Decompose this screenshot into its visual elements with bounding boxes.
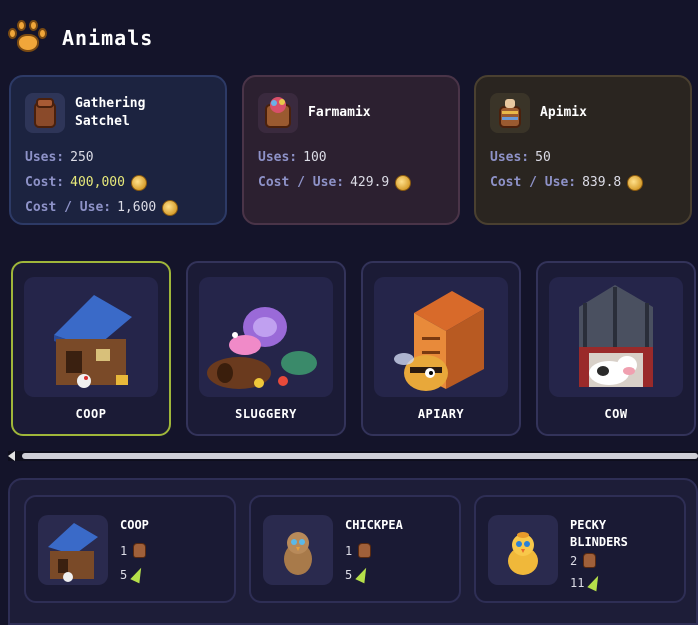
satchel-icon (583, 553, 597, 568)
coop-thumbnail (38, 515, 108, 585)
cow-image (549, 277, 683, 397)
page-title: Animals (62, 26, 154, 50)
cost-per-use-label: Cost / Use: (258, 175, 345, 190)
cost-per-use-label: Cost / Use: (25, 200, 112, 215)
uses-label: Uses: (25, 150, 65, 165)
scroll-left-arrow-icon[interactable] (8, 451, 15, 461)
satchel-icon (133, 543, 147, 558)
coin-icon (395, 174, 412, 191)
scrollbar-thumb[interactable] (22, 453, 698, 459)
satchel-count: 1 (120, 543, 128, 558)
satchel-icon (358, 543, 372, 558)
satchel-count: 2 (570, 553, 578, 568)
building-card-sluggery[interactable]: SLUGGERY (186, 261, 346, 436)
uses-value: 100 (303, 150, 327, 165)
cost-label: Cost: (25, 175, 65, 190)
requirement-card-pecky-blinders[interactable]: PECKY BLINDERS 2 11 (474, 495, 686, 603)
energy-bolt-icon (587, 573, 604, 592)
energy-count: 5 (345, 567, 353, 582)
page-header: Animals (8, 18, 153, 58)
building-card-coop[interactable]: COOP (11, 261, 171, 436)
tool-card-farmamix[interactable]: Farmamix Uses: 100 Cost / Use: 429.9 (242, 75, 460, 225)
farmamix-icon (258, 93, 298, 133)
coin-icon (130, 174, 147, 191)
requirement-card-coop[interactable]: COOP 1 5 (24, 495, 236, 603)
requirement-card-chickpea[interactable]: CHICKPEA 1 5 (249, 495, 461, 603)
cost-per-use-value: 1,600 (117, 200, 157, 215)
cost-per-use-value: 839.8 (582, 175, 622, 190)
cost-per-use-value: 429.9 (350, 175, 390, 190)
requirement-name: COOP (120, 518, 149, 532)
tool-name: Apimix (540, 105, 587, 120)
apimix-icon (490, 93, 530, 133)
energy-bolt-icon (130, 565, 146, 584)
building-card-cow[interactable]: COW (536, 261, 696, 436)
uses-value: 250 (70, 150, 94, 165)
tool-card-apimix[interactable]: Apimix Uses: 50 Cost / Use: 839.8 (474, 75, 692, 225)
tool-card-gathering-satchel[interactable]: Gathering Satchel Uses: 250 Cost: 400,000 … (9, 75, 227, 225)
building-card-apiary[interactable]: APIARY (361, 261, 521, 436)
paw-icon (8, 20, 48, 56)
tool-name: Farmamix (308, 105, 371, 120)
coin-icon (162, 199, 179, 216)
coin-icon (627, 174, 644, 191)
building-label: COOP (75, 407, 107, 421)
energy-bolt-icon (355, 565, 371, 584)
requirement-name: CHICKPEA (345, 518, 403, 532)
requirement-name: PECKY BLINDERS (570, 518, 628, 549)
sluggery-image (199, 277, 333, 397)
coop-image (24, 277, 158, 397)
tool-name: Gathering Satchel (75, 96, 146, 129)
uses-label: Uses: (490, 150, 530, 165)
building-label: APIARY (417, 407, 465, 421)
cost-per-use-label: Cost / Use: (490, 175, 577, 190)
energy-count: 5 (120, 567, 128, 582)
cost-value: 400,000 (70, 175, 125, 190)
chickpea-thumbnail (263, 515, 333, 585)
uses-value: 50 (535, 150, 551, 165)
uses-label: Uses: (258, 150, 298, 165)
building-label: COW (604, 407, 628, 421)
energy-count: 11 (570, 575, 585, 590)
apiary-image (374, 277, 508, 397)
satchel-icon (25, 93, 65, 133)
horizontal-scrollbar[interactable] (8, 451, 698, 461)
satchel-count: 1 (345, 543, 353, 558)
building-label: SLUGGERY (235, 407, 297, 421)
pecky-blinders-thumbnail (488, 515, 558, 585)
